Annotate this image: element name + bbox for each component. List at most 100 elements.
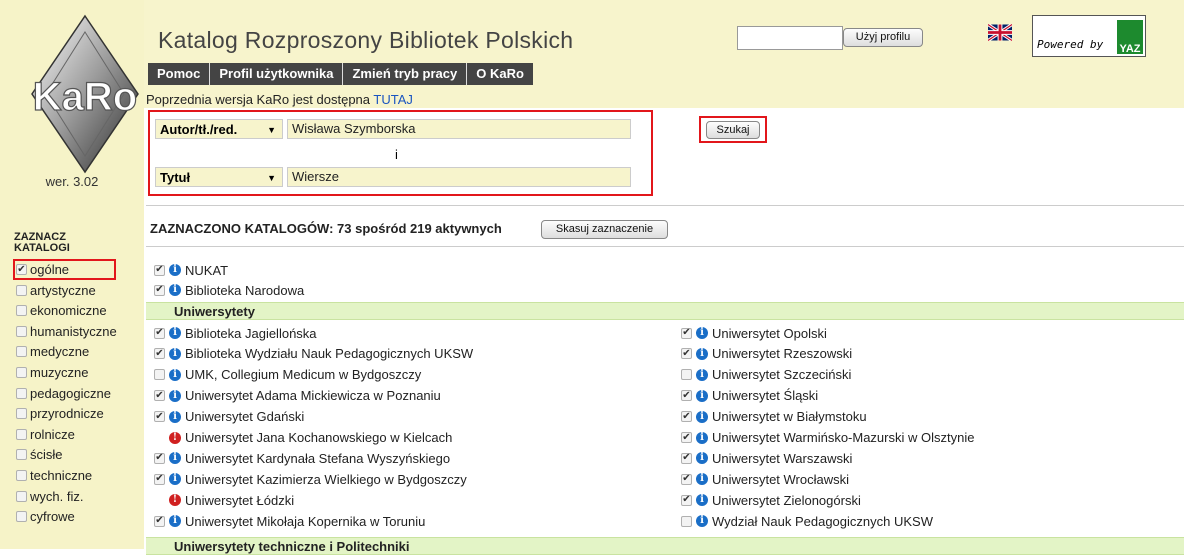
prev-version-link[interactable]: TUTAJ bbox=[373, 92, 412, 107]
uk-flag-icon[interactable] bbox=[988, 24, 1012, 41]
info-icon[interactable]: i bbox=[169, 284, 181, 296]
catalog-checkbox[interactable]: ✔ bbox=[681, 348, 692, 360]
menu-pomoc[interactable]: Pomoc bbox=[148, 63, 211, 85]
catalog-item[interactable]: ✔ i Uniwersytet Kardynała Stefana Wyszyńsk… bbox=[154, 449, 450, 467]
info-icon[interactable]: i bbox=[696, 347, 708, 360]
catalog-item[interactable]: ✔ i Biblioteka Wydziału Nauk Pedagogicznyc… bbox=[154, 345, 473, 363]
category-8[interactable]: rolnicze bbox=[16, 427, 75, 442]
catalog-item[interactable]: ✔ i Biblioteka Narodowa bbox=[154, 281, 304, 299]
field2-input[interactable]: Wiersze bbox=[287, 167, 631, 187]
catalog-item[interactable]: ✔ i Uniwersytet Śląski bbox=[681, 387, 818, 405]
category-1[interactable]: artystyczne bbox=[16, 283, 96, 298]
catalog-item[interactable]: ✔ i Uniwersytet Adama Mickiewicza w Poznan… bbox=[154, 387, 441, 405]
catalog-checkbox[interactable]: ✔ bbox=[154, 284, 165, 296]
category-4[interactable]: medyczne bbox=[16, 344, 89, 359]
catalog-item[interactable]: ! Uniwersytet Jana Kochanowskiego w Kielc… bbox=[154, 429, 452, 447]
category-checkbox[interactable] bbox=[16, 428, 27, 440]
info-icon[interactable]: i bbox=[169, 515, 181, 528]
clear-selection-button[interactable]: Skasuj zaznaczenie bbox=[541, 220, 668, 239]
category-checkbox[interactable] bbox=[16, 511, 27, 523]
search-button[interactable]: Szukaj bbox=[706, 121, 760, 139]
catalog-item[interactable]: ✔ i Uniwersytet Gdański bbox=[154, 408, 304, 426]
use-profile-button[interactable]: Użyj profilu bbox=[843, 28, 923, 47]
info-icon[interactable]: i bbox=[169, 264, 181, 276]
catalog-item[interactable]: ✔ i Uniwersytet Warmińsko-Mazurski w Olszt… bbox=[681, 429, 974, 447]
info-icon[interactable]: i bbox=[169, 347, 181, 360]
info-icon[interactable]: i bbox=[696, 515, 708, 528]
catalog-item[interactable]: ✔ i Uniwersytet Rzeszowski bbox=[681, 345, 852, 363]
catalog-item[interactable]: ✔ i Biblioteka Jagiellońska bbox=[154, 324, 317, 342]
powered-by-yaz-logo[interactable]: Powered by YAZ bbox=[1032, 15, 1146, 57]
karo-logo[interactable]: KaRo bbox=[30, 14, 140, 174]
info-icon[interactable]: i bbox=[696, 410, 708, 423]
category-checkbox[interactable] bbox=[16, 387, 27, 399]
category-checkbox[interactable] bbox=[16, 408, 27, 420]
menu-profil[interactable]: Profil użytkownika bbox=[210, 63, 344, 85]
catalog-checkbox[interactable] bbox=[681, 369, 692, 381]
catalog-item[interactable]: ✔ i Uniwersytet Mikołaja Kopernika w Torun… bbox=[154, 512, 425, 530]
info-icon[interactable]: i bbox=[169, 389, 181, 402]
menu-o-karo[interactable]: O KaRo bbox=[467, 63, 533, 85]
catalog-checkbox[interactable]: ✔ bbox=[681, 327, 692, 339]
catalog-item[interactable]: ✔ i Uniwersytet Wrocławski bbox=[681, 470, 849, 488]
catalog-checkbox[interactable]: ✔ bbox=[681, 411, 692, 423]
catalog-item[interactable]: i UMK, Collegium Medicum w Bydgoszczy bbox=[154, 366, 421, 384]
catalog-item[interactable]: ✔ i Uniwersytet Opolski bbox=[681, 324, 827, 342]
catalog-item[interactable]: i Wydział Nauk Pedagogicznych UKSW bbox=[681, 512, 933, 530]
info-icon[interactable]: i bbox=[696, 494, 708, 507]
catalog-checkbox[interactable]: ✔ bbox=[681, 473, 692, 485]
category-3[interactable]: humanistyczne bbox=[16, 324, 117, 339]
category-10[interactable]: techniczne bbox=[16, 468, 92, 483]
info-icon[interactable]: i bbox=[696, 452, 708, 465]
category-checkbox[interactable] bbox=[16, 284, 27, 296]
catalog-checkbox[interactable]: ✔ bbox=[154, 390, 165, 402]
field1-select[interactable]: Autor/tł./red. ▼ bbox=[155, 119, 283, 139]
catalog-checkbox[interactable] bbox=[681, 515, 692, 527]
catalog-item[interactable]: ✔ i Uniwersytet Kazimierza Wielkiego w Byd… bbox=[154, 470, 467, 488]
catalog-checkbox[interactable]: ✔ bbox=[154, 327, 165, 339]
info-icon[interactable]: i bbox=[169, 368, 181, 381]
catalog-checkbox[interactable]: ✔ bbox=[154, 264, 165, 276]
category-7[interactable]: przyrodnicze bbox=[16, 406, 104, 421]
field1-input[interactable]: Wisława Szymborska bbox=[287, 119, 631, 139]
catalog-checkbox[interactable]: ✔ bbox=[154, 515, 165, 527]
category-checkbox[interactable] bbox=[16, 470, 27, 481]
catalog-item[interactable]: ✔ i Uniwersytet w Białymstoku bbox=[681, 408, 867, 426]
category-9[interactable]: ścisłe bbox=[16, 447, 63, 462]
info-icon[interactable]: i bbox=[696, 473, 708, 486]
catalog-checkbox[interactable]: ✔ bbox=[681, 494, 692, 506]
category-2[interactable]: ekonomiczne bbox=[16, 303, 107, 318]
field2-select[interactable]: Tytuł ▼ bbox=[155, 167, 283, 187]
info-icon[interactable]: i bbox=[696, 431, 708, 444]
category-6[interactable]: pedagogiczne bbox=[16, 386, 111, 401]
catalog-checkbox[interactable]: ✔ bbox=[154, 452, 165, 464]
info-icon[interactable]: i bbox=[696, 389, 708, 402]
error-icon[interactable]: ! bbox=[169, 431, 181, 444]
catalog-item[interactable]: i Uniwersytet Szczeciński bbox=[681, 366, 851, 384]
error-icon[interactable]: ! bbox=[169, 494, 181, 507]
catalog-checkbox[interactable]: ✔ bbox=[681, 432, 692, 443]
catalog-checkbox[interactable]: ✔ bbox=[681, 452, 692, 464]
category-checkbox[interactable] bbox=[16, 449, 27, 461]
info-icon[interactable]: i bbox=[696, 327, 708, 339]
category-5[interactable]: muzyczne bbox=[16, 365, 89, 380]
info-icon[interactable]: i bbox=[169, 452, 181, 465]
catalog-checkbox[interactable]: ✔ bbox=[154, 348, 165, 360]
info-icon[interactable]: i bbox=[696, 368, 708, 381]
info-icon[interactable]: i bbox=[169, 327, 181, 339]
catalog-item[interactable]: ✔ i NUKAT bbox=[154, 261, 228, 279]
info-icon[interactable]: i bbox=[169, 473, 181, 486]
catalog-checkbox[interactable] bbox=[154, 369, 165, 381]
catalog-item[interactable]: ✔ i Uniwersytet Zielonogórski bbox=[681, 491, 861, 509]
profile-input[interactable] bbox=[737, 26, 843, 50]
category-12[interactable]: cyfrowe bbox=[16, 509, 75, 524]
catalog-checkbox[interactable]: ✔ bbox=[681, 390, 692, 402]
catalog-checkbox[interactable]: ✔ bbox=[154, 411, 165, 423]
category-11[interactable]: wych. fiz. bbox=[16, 489, 83, 504]
catalog-item[interactable]: ✔ i Uniwersytet Warszawski bbox=[681, 449, 852, 467]
category-checkbox[interactable] bbox=[16, 346, 27, 358]
category-checkbox[interactable] bbox=[16, 325, 27, 337]
menu-tryb-pracy[interactable]: Zmień tryb pracy bbox=[343, 63, 468, 85]
category-checkbox[interactable] bbox=[16, 490, 27, 502]
category-checkbox[interactable] bbox=[16, 305, 27, 317]
